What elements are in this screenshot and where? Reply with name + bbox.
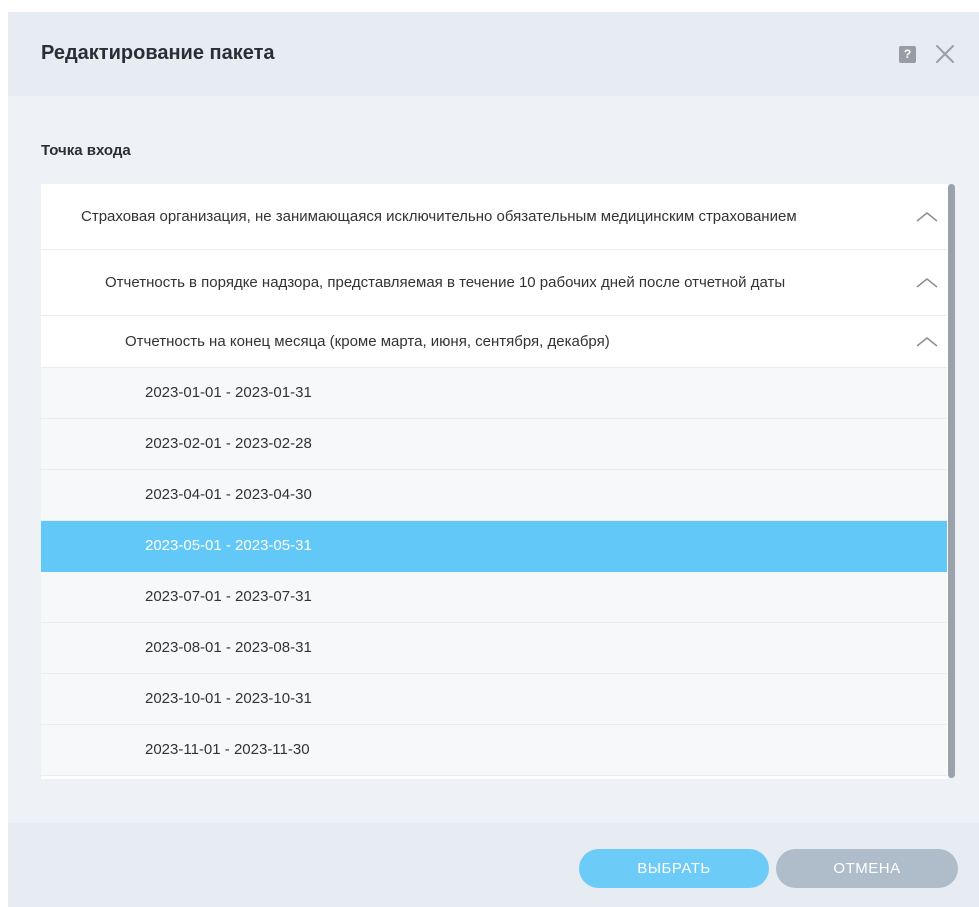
tree-row-label: Страховая организация, не занимающаяся и… [81,207,797,225]
entry-point-tree: Страховая организация, не занимающаяся и… [41,184,948,779]
dialog-header: Редактирование пакета ? [8,12,979,96]
chevron-up-icon[interactable] [915,209,939,225]
tree-leaf-row[interactable]: 2023-05-01 - 2023-05-31 [41,521,947,572]
tree-row-label: 2023-08-01 - 2023-08-31 [145,639,312,656]
tree-leaf-row[interactable]: 2023-11-01 - 2023-11-30 [41,725,947,776]
cancel-button[interactable]: ОТМЕНА [776,849,958,888]
select-button[interactable]: ВЫБРАТЬ [579,849,769,888]
tree-scrollbar[interactable] [948,184,955,778]
help-icon[interactable]: ? [899,46,916,63]
tree-row-label: 2023-11-01 - 2023-11-30 [145,741,310,758]
tree-group-row[interactable]: Страховая организация, не занимающаяся и… [41,184,947,250]
tree-leaf-row[interactable]: 2023-02-01 - 2023-02-28 [41,419,947,470]
entry-point-label: Точка входа [41,142,131,159]
tree-row-label: Отчетность в порядке надзора, представля… [105,273,786,291]
dialog-footer: ВЫБРАТЬ ОТМЕНА [8,823,979,907]
tree-group-row[interactable]: Отчетность в порядке надзора, представля… [41,250,947,316]
tree-row-label: 2023-05-01 - 2023-05-31 [145,537,312,554]
close-icon[interactable] [933,42,957,66]
tree-leaf-row[interactable]: 2023-08-01 - 2023-08-31 [41,623,947,674]
tree-row-label: 2023-04-01 - 2023-04-30 [145,486,312,503]
tree-row-label: Отчетность на конец месяца (кроме марта,… [125,332,610,350]
tree-leaf-row[interactable]: 2023-07-01 - 2023-07-31 [41,572,947,623]
tree-row-label: 2023-02-01 - 2023-02-28 [145,435,312,452]
tree-leaf-row[interactable]: 2023-01-01 - 2023-01-31 [41,368,947,419]
chevron-up-icon[interactable] [915,334,939,350]
edit-package-dialog: Редактирование пакета ? Точка входа Стра… [8,12,979,907]
tree-row-label: 2023-01-01 - 2023-01-31 [145,384,312,401]
tree-row-label: 2023-10-01 - 2023-10-31 [145,690,312,707]
tree-group-row[interactable]: Отчетность на конец месяца (кроме марта,… [41,316,947,368]
dialog-title: Редактирование пакета [41,42,275,64]
tree-leaf-row[interactable]: 2023-04-01 - 2023-04-30 [41,470,947,521]
tree-leaf-row[interactable]: 2023-10-01 - 2023-10-31 [41,674,947,725]
chevron-up-icon[interactable] [915,275,939,291]
tree-row-label: 2023-07-01 - 2023-07-31 [145,588,312,605]
